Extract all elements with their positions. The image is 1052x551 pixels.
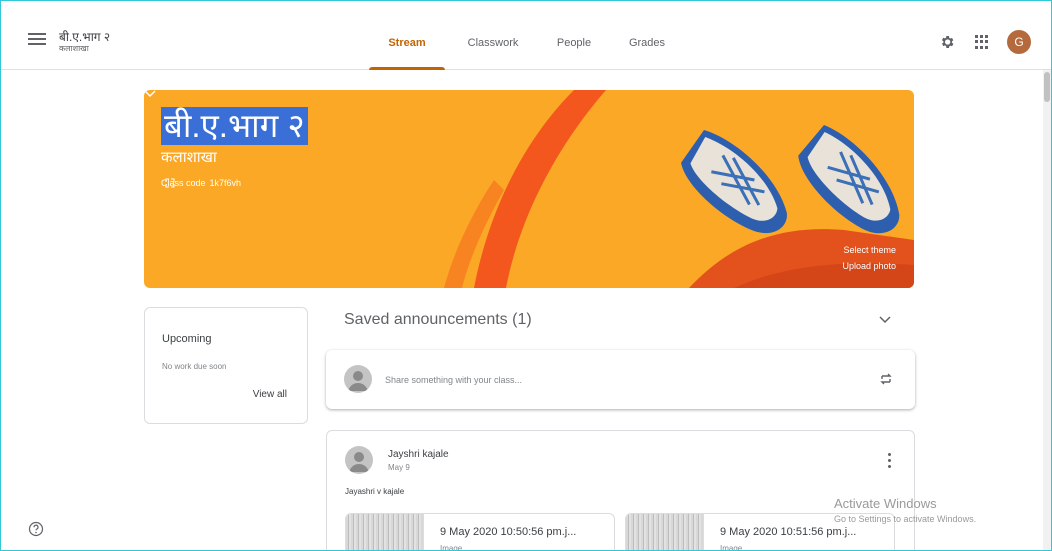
upcoming-card: Upcoming No work due soon View all [144,307,308,424]
user-avatar [344,365,372,393]
person-icon [348,371,368,391]
watermark-line-1: Activate Windows [834,496,937,511]
top-right-actions: G [939,30,1031,54]
select-theme-link[interactable]: Select theme [843,245,896,255]
watermark-line-2: Go to Settings to activate Windows. [834,514,977,524]
classroom-window: बी.ए.भाग २ कलाशाखा Stream Classwork Peop… [0,0,1052,551]
author-avatar [345,446,373,474]
post-body: Jayashri v kajale [345,487,405,496]
account-avatar[interactable]: G [1007,30,1031,54]
apps-grid-icon[interactable] [975,35,989,49]
repost-icon[interactable] [879,371,893,387]
class-banner: बी.ए.भाग २ कलाशाखा Class code 1k7f6vh Se… [144,90,914,288]
banner-class-section: कलाशाखा [161,149,217,166]
saved-announcements-heading[interactable]: Saved announcements (1) [344,311,532,329]
scrollbar-thumb[interactable] [1044,72,1050,102]
help-icon[interactable] [28,521,44,537]
view-all-button[interactable]: View all [253,389,287,400]
chevron-down-icon[interactable] [144,90,156,98]
class-code-row: Class code 1k7f6vh [161,178,241,188]
upload-photo-link[interactable]: Upload photo [842,261,896,271]
chevron-down-icon[interactable] [879,316,891,324]
nav-tabs: Stream Classwork People Grades [369,1,687,70]
upcoming-empty-text: No work due soon [162,362,227,371]
class-code-value: 1k7f6vh [209,178,242,188]
share-input[interactable]: Share something with your class... [385,375,522,385]
gear-icon[interactable] [939,34,955,50]
tab-classwork[interactable]: Classwork [445,1,541,70]
announcement-post: Jayshri kajale May 9 Jayashri v kajale 9… [326,430,915,551]
windows-activation-watermark: Activate Windows Go to Settings to activ… [834,496,976,524]
upcoming-title: Upcoming [162,333,212,345]
tab-people[interactable]: People [541,1,607,70]
tab-stream[interactable]: Stream [369,1,445,70]
vertical-scrollbar[interactable] [1043,70,1051,550]
tab-grades[interactable]: Grades [607,1,687,70]
attachment-thumbnail [346,514,424,550]
share-box[interactable]: Share something with your class... [326,350,915,409]
banner-class-title[interactable]: बी.ए.भाग २ [161,107,308,145]
header-class-subtitle: कलाशाखा [59,44,89,53]
top-app-bar: बी.ए.भाग २ कलाशाखा Stream Classwork Peop… [1,1,1051,70]
attachment-name: 9 May 2020 10:50:56 pm.j... [440,526,577,538]
menu-icon[interactable] [28,33,46,47]
attachment-thumbnail [626,514,704,550]
fullscreen-icon[interactable] [165,178,175,188]
post-author[interactable]: Jayshri kajale [388,449,449,460]
attachment-type: Image [720,544,743,551]
post-date: May 9 [388,463,410,472]
more-vert-icon[interactable] [888,453,892,469]
person-icon [349,452,369,472]
attachment-type: Image [440,544,463,551]
attachment-card[interactable]: 9 May 2020 10:50:56 pm.j... Image [345,513,615,551]
attachment-name: 9 May 2020 10:51:56 pm.j... [720,526,857,538]
